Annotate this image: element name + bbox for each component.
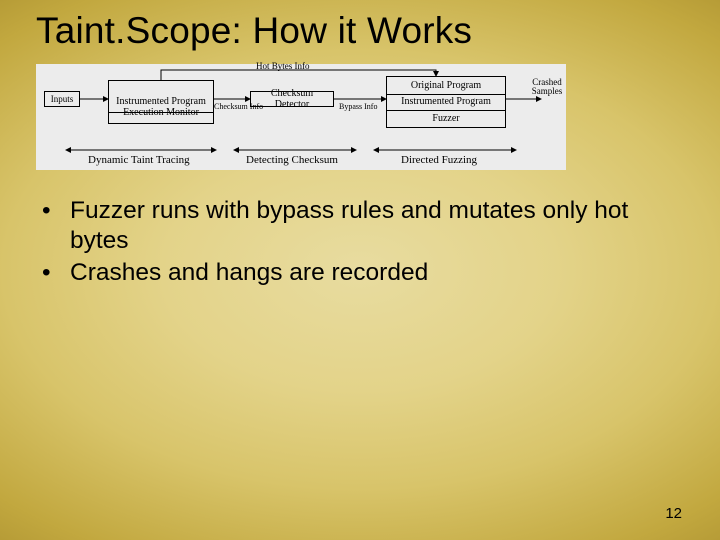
phase-directed-fuzzing: Directed Fuzzing	[401, 154, 477, 166]
node-inputs: Inputs	[44, 91, 80, 107]
node-execution-monitor: Execution Monitor	[109, 102, 213, 123]
bullet-icon: •	[42, 258, 70, 288]
label-crashed-samples: Crashed Samples	[528, 78, 566, 96]
label-bypass-info: Bypass Info	[339, 102, 377, 111]
slide-title: Taint.Scope: How it Works	[36, 10, 472, 52]
node-instrumented-program-2: Instrumented Program	[387, 94, 505, 112]
node-original-program: Original Program	[387, 77, 505, 95]
bullet-list: • Fuzzer runs with bypass rules and muta…	[42, 196, 680, 290]
flow-diagram: Inputs Instrumented Program Execution Mo…	[36, 64, 566, 170]
node-fuzzer: Fuzzer	[387, 110, 505, 127]
slide: Taint.Scope: How it Works	[0, 0, 720, 540]
group-fuzzing: Original Program Instrumented Program Fu…	[386, 76, 506, 128]
bullet-icon: •	[42, 196, 70, 256]
label-checksum-info: Checksum Info	[214, 102, 263, 111]
phase-detecting-checksum: Detecting Checksum	[246, 154, 338, 166]
list-item: • Fuzzer runs with bypass rules and muta…	[42, 196, 680, 256]
page-number: 12	[665, 505, 682, 522]
group-taint: Instrumented Program Execution Monitor	[108, 80, 214, 124]
label-hot-bytes-info: Hot Bytes Info	[256, 61, 310, 71]
bullet-text: Fuzzer runs with bypass rules and mutate…	[70, 196, 680, 256]
list-item: • Crashes and hangs are recorded	[42, 258, 680, 288]
phase-dynamic-taint: Dynamic Taint Tracing	[88, 154, 190, 166]
bullet-text: Crashes and hangs are recorded	[70, 258, 428, 288]
